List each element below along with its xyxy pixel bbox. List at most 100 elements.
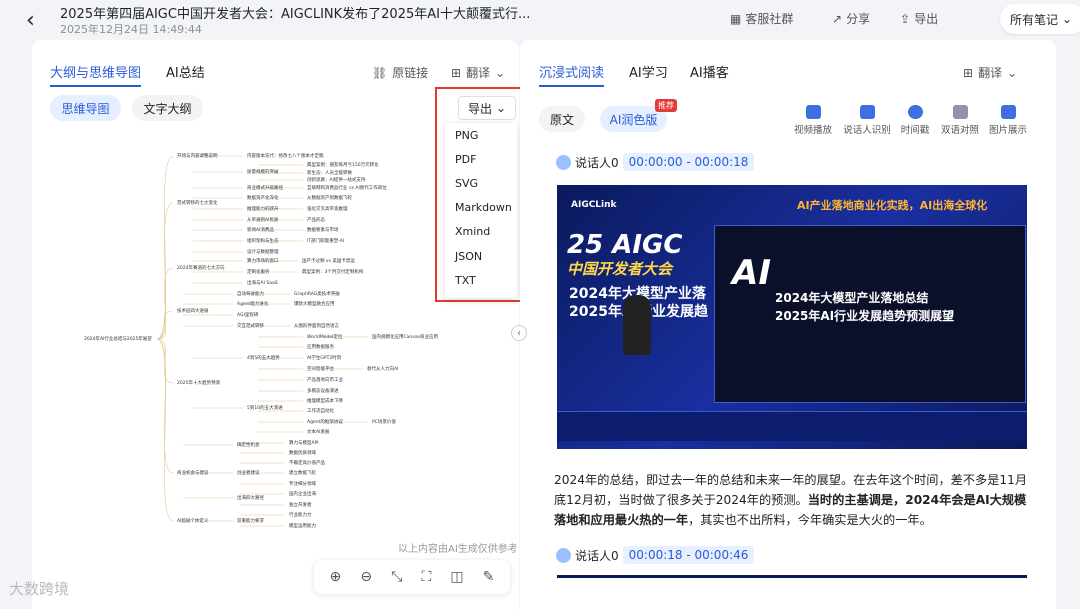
mindmap-node[interactable]: Agent能力进化 [237,301,268,307]
mindmap-node[interactable]: 组织架构与生态 [247,238,279,244]
share-button[interactable]: ↗ 分享 [832,10,870,27]
export-markdown-option[interactable]: Markdown [445,196,517,220]
tab-ai-learning[interactable]: AI学习 [629,62,668,81]
mindmap-node[interactable]: 商业机会与建议 [177,470,209,476]
mindmap-node[interactable]: 爆款大模型融合应用 [294,301,335,307]
mindmap-node[interactable]: 替代从人力向AI [367,366,398,372]
mindmap-node[interactable]: 新闻AI消费品 [247,227,274,233]
mindmap-node[interactable]: IT部门职能重塑-AI [307,238,344,244]
mindmap-node[interactable]: 推理能力的跃升 [247,206,279,212]
bilingual-tool[interactable]: 双语对照 [935,105,985,136]
mindmap-node[interactable]: 开场与内容调整说明 [177,153,218,159]
mindmap-node[interactable]: GraphRAG类技术突破 [294,291,340,297]
mindmap-node[interactable]: 行业能力力 [289,512,312,518]
export-txt-option[interactable]: TXT [445,268,517,292]
panel-toggle-icon[interactable]: ◫ [450,569,463,585]
mindmap-node[interactable]: 从图形界面到自然语言 [294,323,339,329]
mindmap-node[interactable]: 双重能力要求 [237,518,264,524]
collapse-icon[interactable]: ⤡ [391,569,402,585]
mindmap-node[interactable]: 从数据资产到数据飞轮 [307,195,352,201]
mindmap-node[interactable]: 国内企业出海 [289,491,316,497]
export-json-option[interactable]: JSON [445,244,517,268]
mindmap-node[interactable]: 国产卡过剩 vs 美国卡禁运 [302,258,355,264]
mindmap-node[interactable]: 质量规模的突破 [247,169,279,175]
mindmap-node[interactable]: 多模态设备演进 [307,388,339,394]
mindmap-node[interactable]: 专注细分领域 [289,481,316,487]
export-xmind-option[interactable]: Xmind [445,220,517,244]
mindmap-node[interactable]: 数据要素与市场 [307,227,339,233]
fullscreen-icon[interactable]: ⛶ [421,569,431,585]
mindmap-node[interactable]: 模型运用能力 [289,523,316,529]
mindmap-node[interactable]: 算力与模型API [289,440,319,446]
export-pdf-option[interactable]: PDF [445,147,517,171]
all-notes-button[interactable]: 所有笔记 ⌄ [1000,4,1080,34]
translate-right-button[interactable]: ⊞ 翻译 ⌄ [963,64,1017,81]
mindmap-node[interactable]: 出海四大路径 [237,495,264,501]
mindmap-root-node[interactable]: 2024年AI行业总结与2025年展望 [84,336,152,342]
mindmap-node[interactable]: 独立开发者 [289,502,312,508]
back-arrow-icon[interactable]: ‹ [26,8,35,33]
mindmap-node[interactable]: AI超级个体定义 [177,518,208,524]
mindmap-node[interactable]: 2025年十大趋势预测 [177,380,220,386]
video-frame[interactable]: AIGCLink AI产业落地商业化实践，AI出海全球化 25 AIGC 中国开… [557,185,1027,449]
segment-timestamp[interactable]: 00:00:00 - 00:00:18 [622,153,755,171]
speaker-segment-1[interactable]: 说话人0 00:00:00 - 00:00:18 [556,153,755,171]
zoom-out-icon[interactable]: ⊖ [360,569,372,585]
mindmap-node[interactable]: AGI里程碑 [237,312,258,318]
zoom-in-icon[interactable]: ⊕ [330,569,342,585]
mindmap-node[interactable]: 数据优质领域 [289,450,316,456]
tab-ai-podcast[interactable]: AI播客 [690,62,729,81]
mindmap-node[interactable]: 出海与AI SaaS [247,280,278,286]
mindmap-node[interactable]: 产品形态 [307,217,325,223]
export-top-button[interactable]: ⇪ 导出 [900,10,938,27]
tab-immersive-reading[interactable]: 沉浸式阅读 [539,62,605,87]
image-show-tool[interactable]: 图片展示 [983,105,1033,136]
mindmap-node[interactable]: 交互范式转移 [237,323,264,329]
mindmap-node[interactable]: 范式转移的七大变化 [177,200,218,206]
mindmap-node[interactable]: 不确定高价值产品 [289,460,325,466]
mindmap-node[interactable]: 数据资产化深化 [247,195,279,201]
mindmap-node[interactable]: WorldModel定位 [307,334,342,340]
mindmap-node[interactable]: 自动驾驶能力 [237,291,264,297]
mindmap-node[interactable]: 2024年赛道的七大方向 [177,265,224,271]
edit-icon[interactable]: ✎ [483,569,495,585]
mindmap-node[interactable]: 设计与数据整理 [247,249,279,255]
export-png-option[interactable]: PNG [445,123,517,147]
mindmap-node[interactable]: 内容版本迭代：修改七八个版本才定稿 [247,153,324,159]
mindmap-node[interactable]: 空间智能平台 [307,366,334,372]
mindmap-node[interactable]: 创新思路：AI提供一站式支持 [307,177,365,183]
mindmap-node[interactable]: 创业者建议 [237,470,260,476]
mindmap-node[interactable]: 建立数据飞轮 [289,470,316,476]
mindmap-node[interactable]: 典型案例：3个月交付定制机构 [302,269,363,275]
mindmap-node[interactable]: AI学生GPT2时刻 [307,355,341,361]
mindmap-node[interactable]: 互联网和消费品行业 vs AI替代工作岗位 [307,185,387,191]
mindmap-node[interactable]: 文本AI发展 [307,429,329,435]
mindmap-node[interactable]: PC场景价值 [372,419,396,425]
export-svg-option[interactable]: SVG [445,171,517,195]
mindmap-node[interactable]: 技术层四大进展 [177,308,209,314]
collapse-panel-button[interactable]: ‹ [511,325,527,341]
community-button[interactable]: ▦ 客服社群 [730,10,793,27]
speaker-id-tool[interactable]: 说话人识别 [842,105,892,136]
mindmap-node[interactable]: 定制化服务 [247,269,270,275]
mindmap-node[interactable]: 国内规模化应用Canvas商业应用 [372,334,438,340]
mindmap-node[interactable]: 从单通到AI优质 [247,217,278,223]
mindmap-node[interactable]: 强化交叉高带宽推理 [307,206,348,212]
speaker-segment-2[interactable]: 说话人0 00:00:18 - 00:00:46 [556,546,755,564]
mindmap-node[interactable]: 4到5的五大趋势 [247,355,280,361]
mindmap-node[interactable]: Agent的框架协议 [307,419,343,425]
segment-timestamp[interactable]: 00:00:18 - 00:00:46 [622,546,755,564]
mindmap-node[interactable]: 典型案例：朋友每月亏150万元转化 [307,162,379,168]
mindmap-node[interactable]: 算力市场的窗口 [247,258,279,264]
timestamp-tool[interactable]: 时间戳 [890,105,940,136]
original-text-button[interactable]: 原文 [539,106,585,132]
mindmap-node[interactable]: 新生态：人员全能转换 [307,170,352,176]
video-play-tool[interactable]: 视频播放 [788,105,838,136]
mindmap-node[interactable]: 推理模型成本下降 [307,398,343,404]
mindmap-node[interactable]: 确定性机会 [237,442,260,448]
mindmap-node[interactable]: 产品落地向市工业 [307,377,343,383]
mindmap-node[interactable]: 商业模式升级路径 [247,185,283,191]
mindmap-node[interactable]: 5到10的五大演进 [247,405,283,411]
mindmap-node[interactable]: 工作流自动化 [307,408,334,414]
mindmap-node[interactable]: 应用数据服务 [307,344,334,350]
